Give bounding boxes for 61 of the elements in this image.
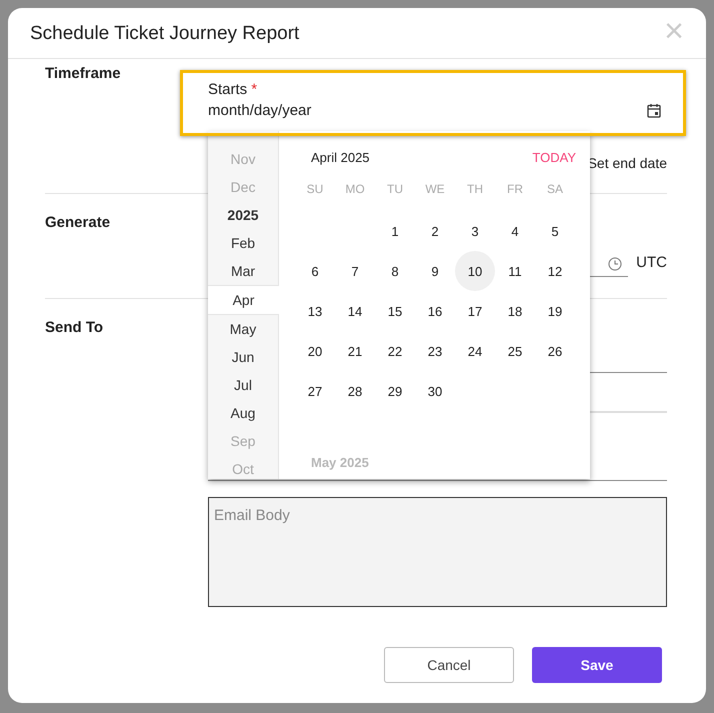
day-cell[interactable]: 6 bbox=[295, 251, 335, 291]
day-cell[interactable]: 16 bbox=[415, 291, 455, 331]
required-mark: * bbox=[251, 81, 258, 98]
day-cell[interactable]: 18 bbox=[495, 291, 535, 331]
section-label: Send To bbox=[45, 318, 104, 338]
day-cell[interactable]: 22 bbox=[375, 331, 415, 371]
day-cell[interactable]: 13 bbox=[295, 291, 335, 331]
next-month-title: May 2025 bbox=[311, 455, 369, 470]
day-cell[interactable]: 23 bbox=[415, 331, 455, 371]
month-item[interactable]: Mar bbox=[208, 257, 278, 285]
day-cell[interactable]: 20 bbox=[295, 331, 335, 371]
weekday-label: SA bbox=[546, 181, 564, 198]
weekday-label: TH bbox=[466, 181, 484, 198]
month-item[interactable]: May bbox=[208, 315, 278, 343]
day-cell[interactable]: 24 bbox=[455, 331, 495, 371]
day-cell[interactable]: 5 bbox=[535, 211, 575, 251]
dialog-title: Schedule Ticket Journey Report bbox=[30, 23, 300, 45]
day-cell[interactable]: 29 bbox=[375, 371, 415, 411]
day-cell[interactable]: 17 bbox=[455, 291, 495, 331]
month-item[interactable]: Jun bbox=[208, 343, 278, 371]
month-item[interactable]: Apr bbox=[208, 285, 279, 315]
day-cell[interactable]: 2 bbox=[415, 211, 455, 251]
email-body-field[interactable]: Email Body bbox=[208, 497, 667, 607]
day-cell[interactable]: 8 bbox=[375, 251, 415, 291]
day-cell[interactable]: 15 bbox=[375, 291, 415, 331]
month-item[interactable]: Aug bbox=[208, 399, 278, 427]
weekday-label: FR bbox=[506, 181, 524, 198]
day-cell[interactable]: 3 bbox=[455, 211, 495, 251]
day-cell[interactable]: 30 bbox=[415, 371, 455, 411]
day-cell[interactable]: 11 bbox=[495, 251, 535, 291]
clock-icon bbox=[608, 256, 622, 270]
day-cell[interactable]: 25 bbox=[495, 331, 535, 371]
timezone-label: UTC bbox=[636, 254, 667, 271]
day-cell[interactable]: 4 bbox=[495, 211, 535, 251]
date-placeholder: month/day/year bbox=[208, 102, 312, 119]
day-cell[interactable]: 12 bbox=[535, 251, 575, 291]
day-cell[interactable]: 10 bbox=[455, 251, 495, 291]
save-button[interactable]: Save bbox=[532, 647, 662, 683]
section-label: Timeframe bbox=[45, 64, 122, 84]
calendar-icon[interactable] bbox=[647, 103, 661, 118]
day-cell[interactable]: 14 bbox=[335, 291, 375, 331]
day-cell[interactable]: 21 bbox=[335, 331, 375, 371]
month-title: April 2025 bbox=[311, 150, 370, 164]
weekday-label: MO bbox=[344, 181, 366, 198]
year-item[interactable]: 2025 bbox=[208, 201, 278, 229]
today-button[interactable]: TODAY bbox=[532, 150, 576, 164]
day-cell[interactable]: 7 bbox=[335, 251, 375, 291]
weekday-label: TU bbox=[386, 181, 404, 198]
month-item[interactable]: Feb bbox=[208, 229, 278, 257]
day-cell[interactable]: 1 bbox=[375, 211, 415, 251]
day-cell[interactable]: 27 bbox=[295, 371, 335, 411]
section-label: Generate bbox=[45, 213, 112, 233]
day-cell[interactable]: 26 bbox=[535, 331, 575, 371]
field-label: Starts * bbox=[208, 81, 258, 98]
month-item[interactable]: Jul bbox=[208, 371, 278, 399]
weekday-label: SU bbox=[306, 181, 324, 198]
day-cell[interactable]: 28 bbox=[335, 371, 375, 411]
day-cell[interactable]: 19 bbox=[535, 291, 575, 331]
day-cell[interactable]: 9 bbox=[415, 251, 455, 291]
weekday-label: WE bbox=[424, 181, 446, 198]
cancel-button[interactable]: Cancel bbox=[384, 647, 514, 683]
